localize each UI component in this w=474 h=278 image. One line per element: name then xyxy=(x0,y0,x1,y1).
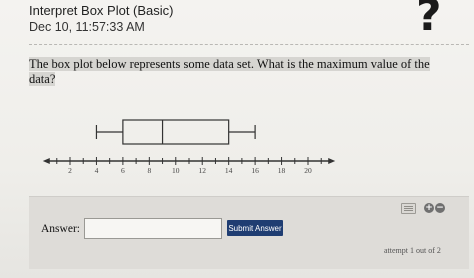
tick-label: 12 xyxy=(198,166,206,175)
submit-answer-button[interactable]: Submit Answer xyxy=(227,220,283,236)
tick-label: 10 xyxy=(172,166,180,175)
tick-label: 8 xyxy=(147,166,151,175)
screen: Interpret Box Plot (Basic) Dec 10, 11:57… xyxy=(0,0,474,278)
tick-label: 18 xyxy=(278,166,286,175)
tick-label: 4 xyxy=(95,166,99,175)
tick-label: 16 xyxy=(251,166,259,175)
attempt-counter: attempt 1 out of 2 xyxy=(384,246,441,255)
axis-arrow-left xyxy=(42,158,50,164)
plus-circle-icon[interactable]: + xyxy=(424,203,434,213)
keyboard-icon[interactable] xyxy=(401,203,416,214)
tick-label: 6 xyxy=(121,166,125,175)
answer-input[interactable] xyxy=(84,218,222,239)
axis-arrow-right xyxy=(328,158,336,164)
answer-label: Answer: xyxy=(41,223,80,235)
minus-circle-icon[interactable]: − xyxy=(435,203,445,213)
box-plot: 2 4 6 8 10 12 14 16 18 20 xyxy=(42,119,336,175)
iqr-box xyxy=(122,119,230,145)
tick-label: 20 xyxy=(304,166,312,175)
tick-label: 2 xyxy=(68,166,72,175)
tick-label: 14 xyxy=(225,166,233,175)
